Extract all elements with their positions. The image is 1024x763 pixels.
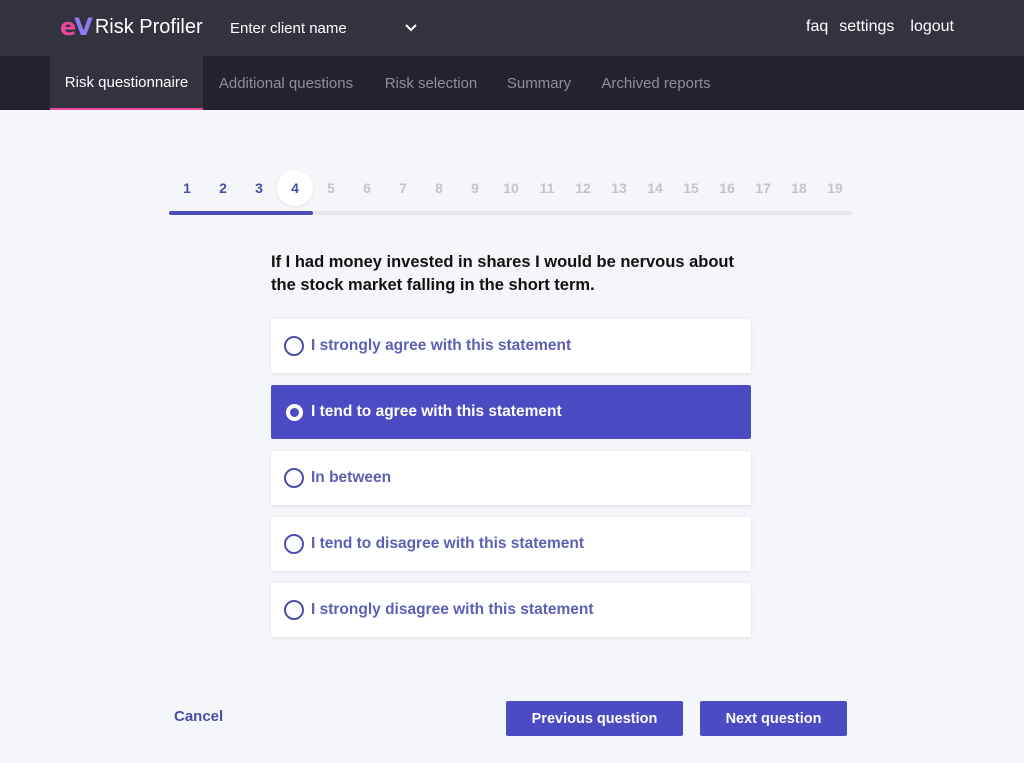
step-8[interactable]: 8 <box>421 170 457 206</box>
tab-summary[interactable]: Summary <box>493 56 585 110</box>
radio-icon[interactable] <box>284 600 304 620</box>
step-2[interactable]: 2 <box>205 170 241 206</box>
logout-link[interactable]: logout <box>910 18 954 36</box>
option-label: In between <box>311 469 392 486</box>
option-label: I strongly agree with this statement <box>311 337 572 354</box>
option-strongly-disagree[interactable]: I strongly disagree with this statement <box>271 583 751 637</box>
option-label: I tend to disagree with this statement <box>311 535 585 552</box>
option-tend-to-disagree[interactable]: I tend to disagree with this statement <box>271 517 751 571</box>
step-19[interactable]: 19 <box>817 170 853 206</box>
step-3[interactable]: 3 <box>241 170 277 206</box>
chevron-down-icon <box>404 21 418 35</box>
answer-options: I strongly agree with this statement I t… <box>271 319 751 649</box>
question-text: If I had money invested in shares I woul… <box>271 253 735 294</box>
logo-mark: eV <box>60 13 93 41</box>
progress-track <box>169 211 853 215</box>
step-5[interactable]: 5 <box>313 170 349 206</box>
step-12[interactable]: 12 <box>565 170 601 206</box>
faq-link[interactable]: faq <box>806 18 828 36</box>
tab-risk-questionnaire[interactable]: Risk questionnaire <box>50 56 203 110</box>
tab-additional-questions[interactable]: Additional questions <box>203 56 369 110</box>
step-17[interactable]: 17 <box>745 170 781 206</box>
step-14[interactable]: 14 <box>637 170 673 206</box>
radio-icon[interactable] <box>284 468 304 488</box>
step-1[interactable]: 1 <box>169 170 205 206</box>
client-select[interactable]: Enter client name <box>230 16 418 40</box>
option-tend-to-agree[interactable]: I tend to agree with this statement <box>271 385 751 439</box>
question-stepper: 1 2 3 4 5 6 7 8 9 10 11 12 13 14 15 16 17 18 19 <box>169 170 853 216</box>
app-name: Risk Profiler <box>94 16 203 38</box>
step-9[interactable]: 9 <box>457 170 493 206</box>
step-4[interactable]: 4 <box>277 170 313 206</box>
radio-icon[interactable] <box>284 336 304 356</box>
option-in-between[interactable]: In between <box>271 451 751 505</box>
progress-fill <box>169 211 313 215</box>
step-18[interactable]: 18 <box>781 170 817 206</box>
option-label: I strongly disagree with this statement <box>311 601 594 618</box>
next-question-button[interactable]: Next question <box>700 701 847 736</box>
stepper-steps: 1 2 3 4 5 6 7 8 9 10 11 12 13 14 15 16 17 18 19 <box>169 170 853 206</box>
app-logo[interactable]: eV Risk Profiler <box>60 13 203 41</box>
step-13[interactable]: 13 <box>601 170 637 206</box>
cancel-link[interactable]: Cancel <box>174 708 223 725</box>
radio-icon[interactable] <box>284 534 304 554</box>
step-6[interactable]: 6 <box>349 170 385 206</box>
option-strongly-agree[interactable]: I strongly agree with this statement <box>271 319 751 373</box>
top-links: faq settings logout <box>806 18 954 36</box>
step-7[interactable]: 7 <box>385 170 421 206</box>
step-10[interactable]: 10 <box>493 170 529 206</box>
settings-link[interactable]: settings <box>839 18 894 36</box>
top-bar: eV Risk Profiler Enter client name faq s… <box>0 0 1024 56</box>
step-11[interactable]: 11 <box>529 170 565 206</box>
previous-question-button[interactable]: Previous question <box>506 701 683 736</box>
tab-risk-selection[interactable]: Risk selection <box>371 56 491 110</box>
client-select-value: Enter client name <box>230 19 347 37</box>
tab-archived-reports[interactable]: Archived reports <box>587 56 725 110</box>
tab-bar: Risk questionnaire Additional questions … <box>0 56 1024 110</box>
option-label: I tend to agree with this statement <box>311 403 562 420</box>
step-15[interactable]: 15 <box>673 170 709 206</box>
radio-icon[interactable] <box>286 403 303 421</box>
step-16[interactable]: 16 <box>709 170 745 206</box>
